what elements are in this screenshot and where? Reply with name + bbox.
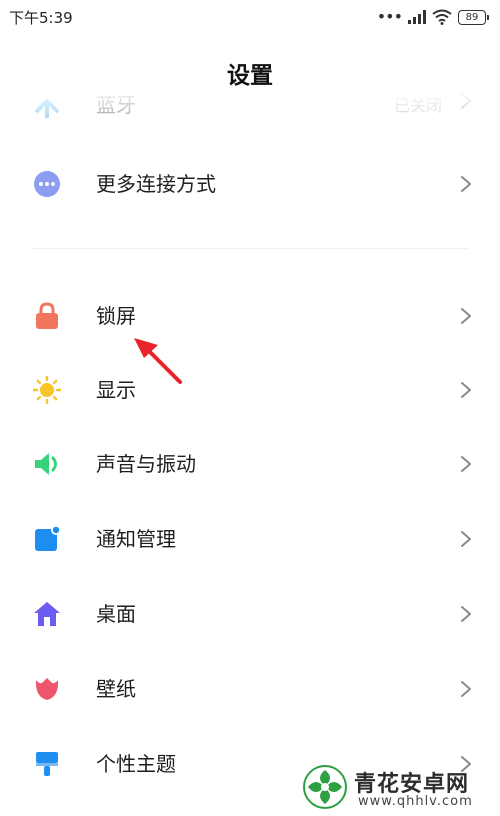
settings-item-label: 桌面 bbox=[96, 602, 136, 626]
home-icon bbox=[34, 602, 60, 626]
wifi-icon bbox=[432, 9, 452, 25]
chevron-right-icon bbox=[461, 531, 471, 547]
notification-icon bbox=[35, 525, 61, 551]
chevron-right-icon bbox=[461, 93, 471, 109]
watermark: 青花安卓网 www.qhhlv.com bbox=[302, 764, 492, 812]
settings-item-label: 蓝牙 bbox=[96, 93, 136, 117]
settings-item-label: 通知管理 bbox=[96, 527, 176, 551]
bluetooth-icon bbox=[34, 99, 60, 118]
settings-item-label: 更多连接方式 bbox=[96, 172, 216, 196]
more-dots-icon: ••• bbox=[376, 7, 403, 26]
chevron-right-icon bbox=[461, 176, 471, 192]
chevron-right-icon bbox=[461, 382, 471, 398]
status-icons: ••• 89 bbox=[376, 7, 489, 26]
battery-icon: 89 bbox=[458, 9, 489, 25]
settings-item-label: 个性主题 bbox=[96, 752, 176, 776]
signal-icon bbox=[408, 10, 426, 24]
settings-item-label: 锁屏 bbox=[96, 304, 136, 328]
settings-item-bluetooth[interactable]: 蓝牙 已关闭 bbox=[0, 84, 500, 134]
sun-icon bbox=[33, 376, 61, 404]
speaker-icon bbox=[35, 453, 57, 475]
bluetooth-status-value: 已关闭 bbox=[393, 96, 442, 115]
chevron-right-icon bbox=[461, 308, 471, 324]
section-divider bbox=[32, 248, 468, 249]
status-bar: 下午5:39 ••• 89 bbox=[0, 0, 500, 34]
status-time: 下午5:39 bbox=[9, 9, 73, 27]
settings-item-wallpaper[interactable]: 壁纸 bbox=[0, 659, 500, 719]
settings-item-display[interactable]: 显示 bbox=[0, 360, 500, 420]
watermark-logo-icon bbox=[303, 765, 347, 809]
tulip-icon bbox=[35, 678, 59, 700]
watermark-url: www.qhhlv.com bbox=[358, 794, 473, 809]
more-icon bbox=[34, 171, 60, 197]
settings-screen: 下午5:39 ••• 89 蓝牙 已关闭 设置 更多连接方式 锁屏 显示 声音与… bbox=[0, 0, 500, 816]
settings-item-more-connections[interactable]: 更多连接方式 bbox=[0, 154, 500, 214]
settings-item-sound-vibration[interactable]: 声音与振动 bbox=[0, 434, 500, 494]
chevron-right-icon bbox=[461, 681, 471, 697]
settings-item-label: 壁纸 bbox=[96, 677, 136, 701]
settings-item-desktop[interactable]: 桌面 bbox=[0, 584, 500, 644]
settings-item-lock-screen[interactable]: 锁屏 bbox=[0, 286, 500, 346]
settings-item-label: 显示 bbox=[96, 378, 136, 402]
chevron-right-icon bbox=[461, 456, 471, 472]
settings-item-label: 声音与振动 bbox=[96, 452, 196, 476]
chevron-right-icon bbox=[461, 606, 471, 622]
lock-icon bbox=[36, 302, 58, 329]
settings-item-notifications[interactable]: 通知管理 bbox=[0, 509, 500, 569]
page-title: 设置 bbox=[227, 63, 273, 89]
brush-icon bbox=[36, 752, 58, 776]
